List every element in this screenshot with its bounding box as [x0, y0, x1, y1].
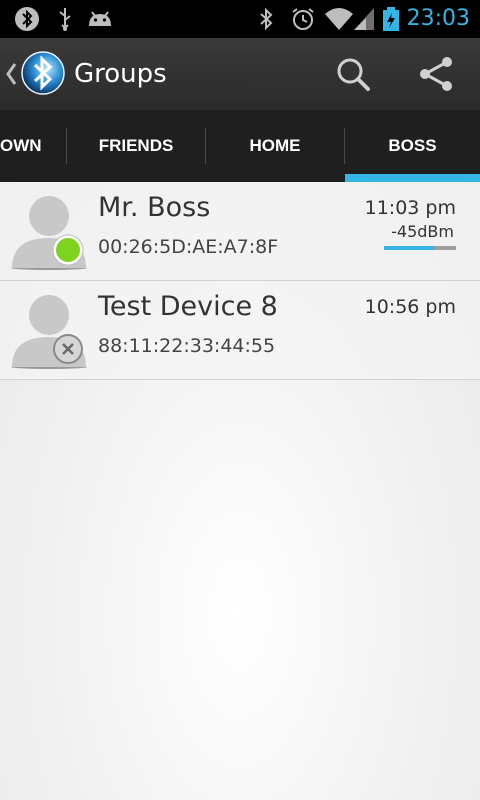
last-seen-time: 11:03 pm: [364, 197, 456, 219]
alarm-icon: [292, 8, 314, 30]
signal-icon: [354, 8, 374, 30]
device-list: Mr. Boss 00:26:5D:AE:A7:8F 11:03 pm -45d…: [0, 182, 480, 800]
tab-boss[interactable]: BOSS: [345, 110, 480, 182]
action-bar: Groups: [0, 38, 480, 110]
signal-strength-label: -45dBm: [391, 222, 454, 241]
online-status-icon: [52, 234, 84, 266]
device-name: Test Device 8: [98, 291, 278, 322]
usb-icon: [59, 8, 71, 31]
device-mac-address: 00:26:5D:AE:A7:8F: [98, 236, 279, 258]
search-icon[interactable]: [332, 54, 376, 94]
signal-strength-bar: [384, 246, 456, 250]
bluetooth-notification-icon: [15, 7, 39, 31]
tab-own[interactable]: OWN: [0, 110, 66, 182]
signal-strength-fill: [384, 246, 435, 250]
share-icon[interactable]: [414, 54, 458, 94]
selected-tab-indicator: [345, 174, 480, 182]
list-item[interactable]: Mr. Boss 00:26:5D:AE:A7:8F 11:03 pm -45d…: [0, 182, 480, 281]
android-icon: [89, 11, 111, 26]
status-time: 23:03: [406, 6, 470, 31]
last-seen-time: 10:56 pm: [364, 296, 456, 318]
tab-bar: OWN FRIENDS HOME BOSS: [0, 110, 480, 182]
status-bar: 23:03: [0, 0, 480, 38]
up-caret-icon[interactable]: [4, 60, 18, 88]
offline-status-icon: [53, 334, 83, 364]
bluetooth-icon: [260, 7, 273, 31]
wifi-icon: [325, 8, 353, 30]
device-mac-address: 88:11:22:33:44:55: [98, 335, 276, 357]
page-title: Groups: [74, 59, 167, 89]
battery-charging-icon: [383, 7, 399, 31]
bluetooth-app-logo-icon[interactable]: [20, 50, 66, 96]
tab-friends[interactable]: FRIENDS: [67, 110, 205, 182]
list-item[interactable]: Test Device 8 88:11:22:33:44:55 10:56 pm: [0, 281, 480, 380]
tab-home[interactable]: HOME: [206, 110, 344, 182]
device-name: Mr. Boss: [98, 192, 211, 223]
